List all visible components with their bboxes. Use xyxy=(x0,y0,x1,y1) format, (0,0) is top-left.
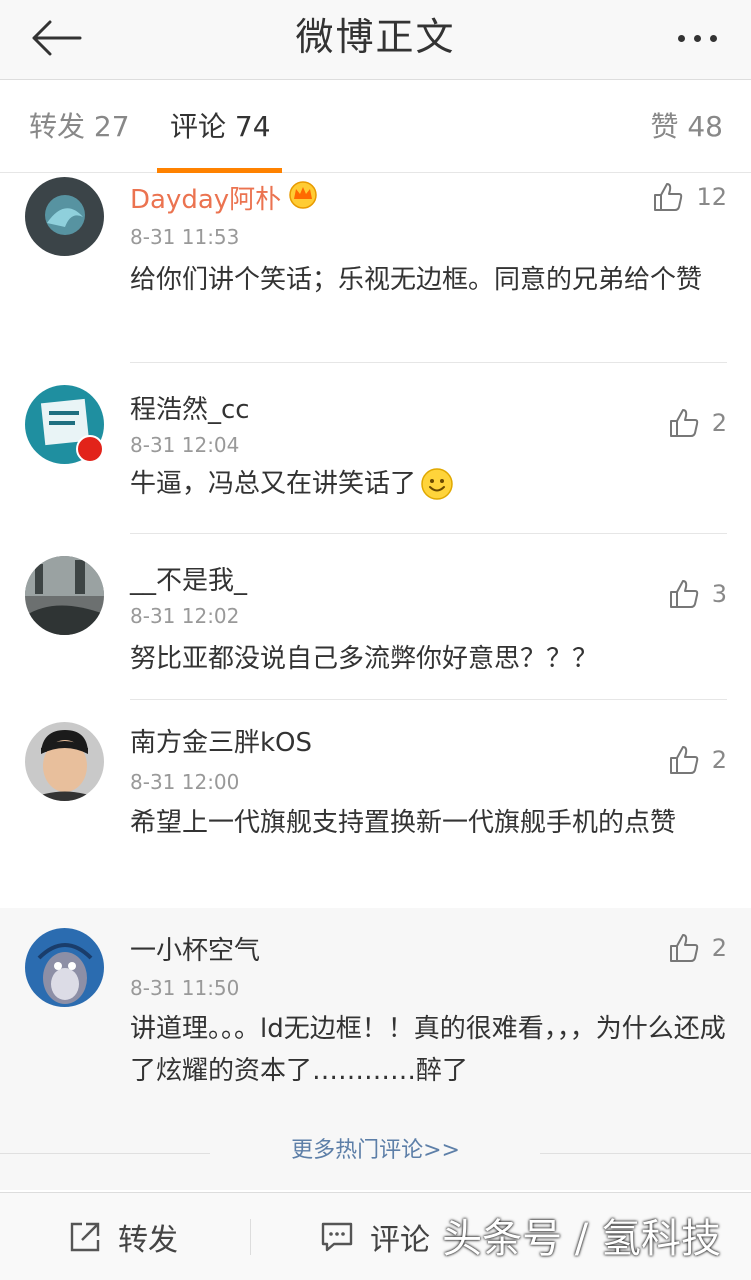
comment-item: 南方金三胖kOS 2 8-31 12:00 希望上一代旗舰支持置换新一代旗舰手机… xyxy=(0,700,751,908)
back-arrow-icon xyxy=(32,20,82,56)
username[interactable]: 程浩然_cc xyxy=(130,389,250,426)
comment-label: 评论 xyxy=(370,1223,430,1258)
tab-comments[interactable]: 评论 74 xyxy=(170,81,271,173)
comment-text: 希望上一代旗舰支持置换新一代旗舰手机的点赞 xyxy=(130,808,677,838)
like-count: 3 xyxy=(711,580,727,608)
comment-time: 8-31 12:02 xyxy=(130,604,240,628)
comment-text: 牛逼，冯总又在讲笑话了 xyxy=(130,469,417,499)
like-button[interactable]: 2 xyxy=(668,407,727,439)
avatar[interactable] xyxy=(25,722,104,801)
more-dots-icon xyxy=(677,34,685,42)
comment-item: 一小杯空气 2 8-31 11:50 讲道理。。。ld无边框！！真的很难看，，，… xyxy=(0,908,751,1120)
smile-emoji-icon xyxy=(421,468,453,500)
comment-icon xyxy=(321,1222,353,1252)
like-count: 2 xyxy=(711,934,727,962)
watermark-text: 头条号 / 氢科技 xyxy=(442,1216,721,1262)
more-hot-comments-link[interactable]: 更多热门评论>> xyxy=(0,1120,751,1182)
more-options-button[interactable] xyxy=(665,18,729,58)
thumbs-up-icon xyxy=(669,934,698,962)
tab-likes[interactable]: 赞 48 xyxy=(650,81,723,173)
page-title: 微博正文 xyxy=(295,15,456,59)
thumbs-up-icon xyxy=(669,746,698,774)
repost-icon xyxy=(70,1222,100,1252)
back-button[interactable] xyxy=(28,14,84,62)
comment-item: __不是我_ 3 8-31 12:02 努比亚都没说自己多流弊你好意思？？？ xyxy=(0,534,751,700)
avatar[interactable] xyxy=(25,556,104,635)
thumbs-up-icon xyxy=(654,183,683,211)
like-count: 12 xyxy=(696,183,727,211)
comment-text: 给你们讲个笑话；乐视无边框。同意的兄弟给个赞 xyxy=(130,265,703,295)
like-count: 2 xyxy=(711,746,727,774)
vip-crown-icon xyxy=(289,181,317,209)
username[interactable]: __不是我_ xyxy=(130,560,247,597)
repost-label: 转发 xyxy=(118,1223,178,1258)
comment-text-row: 牛逼，冯总又在讲笑话了 xyxy=(130,463,454,505)
comment-item: Dayday阿朴 12 8-31 11:53 给你们讲个笑话；乐视无边框。同意的… xyxy=(0,173,751,363)
thumbs-up-icon xyxy=(669,580,698,608)
like-button[interactable]: 2 xyxy=(668,932,727,964)
like-button[interactable]: 3 xyxy=(668,578,727,610)
tab-bar: 转发 27 评论 74 赞 48 xyxy=(0,81,751,173)
more-hot-comments-section: 更多热门评论>> xyxy=(0,1120,751,1190)
comment-time: 8-31 12:00 xyxy=(130,770,240,794)
username[interactable]: Dayday阿朴 xyxy=(130,179,281,216)
verified-badge-icon xyxy=(76,435,104,463)
comment-item: 程浩然_cc 2 8-31 12:04 牛逼，冯总又在讲笑话了 xyxy=(0,363,751,534)
more-dot xyxy=(709,34,717,42)
like-button[interactable]: 2 xyxy=(668,744,727,776)
top-navigation-bar: 微博正文 xyxy=(0,0,751,80)
avatar[interactable] xyxy=(25,177,104,256)
comment-time: 8-31 11:50 xyxy=(130,976,240,1000)
username[interactable]: 一小杯空气 xyxy=(130,930,260,967)
comment-list: Dayday阿朴 12 8-31 11:53 给你们讲个笑话；乐视无边框。同意的… xyxy=(0,173,751,1120)
comment-button[interactable]: 评论 xyxy=(320,1193,430,1280)
like-count: 2 xyxy=(711,409,727,437)
comment-time: 8-31 12:04 xyxy=(130,433,240,457)
divider xyxy=(250,1219,251,1255)
like-button[interactable]: 12 xyxy=(652,181,727,213)
thumbs-up-icon xyxy=(669,409,698,437)
tab-reposts[interactable]: 转发 27 xyxy=(29,81,130,173)
avatar[interactable] xyxy=(25,928,104,1007)
comment-text: 努比亚都没说自己多流弊你好意思？？？ xyxy=(130,644,599,674)
username[interactable]: 南方金三胖kOS xyxy=(130,722,312,759)
repost-button[interactable]: 转发 xyxy=(68,1193,178,1280)
comment-time: 8-31 11:53 xyxy=(130,225,240,249)
more-dot xyxy=(693,34,701,42)
comment-text: 讲道理。。。ld无边框！！真的很难看，，，为什么还成了炫耀的资本了…………醉了 xyxy=(130,1014,726,1086)
